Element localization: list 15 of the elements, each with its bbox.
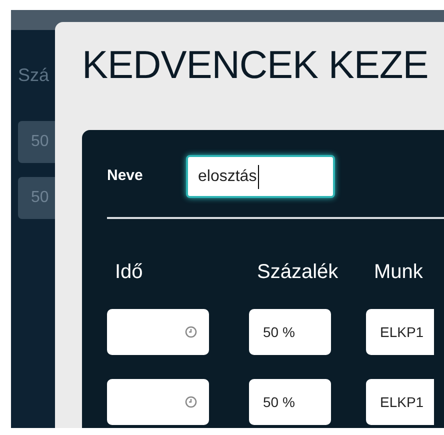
clock-icon [185, 326, 197, 338]
name-label: Neve [107, 166, 144, 186]
clock-icon [185, 396, 197, 408]
work-input[interactable]: ELKP1 [366, 309, 434, 355]
percent-input[interactable]: 50 % [249, 309, 331, 355]
column-header: Százalék [256, 261, 338, 283]
time-input[interactable] [107, 379, 209, 425]
column-header: Munk [373, 261, 423, 283]
name-input[interactable]: elosztás [186, 155, 335, 198]
time-input[interactable] [107, 309, 209, 355]
column-label: Szá [18, 64, 50, 87]
dialog-title: KEDVENCEK KEZE [82, 43, 428, 89]
work-input[interactable]: ELKP1 [366, 379, 434, 425]
percent-input[interactable]: 50 % [249, 379, 331, 425]
column-header: Idő [114, 261, 143, 283]
